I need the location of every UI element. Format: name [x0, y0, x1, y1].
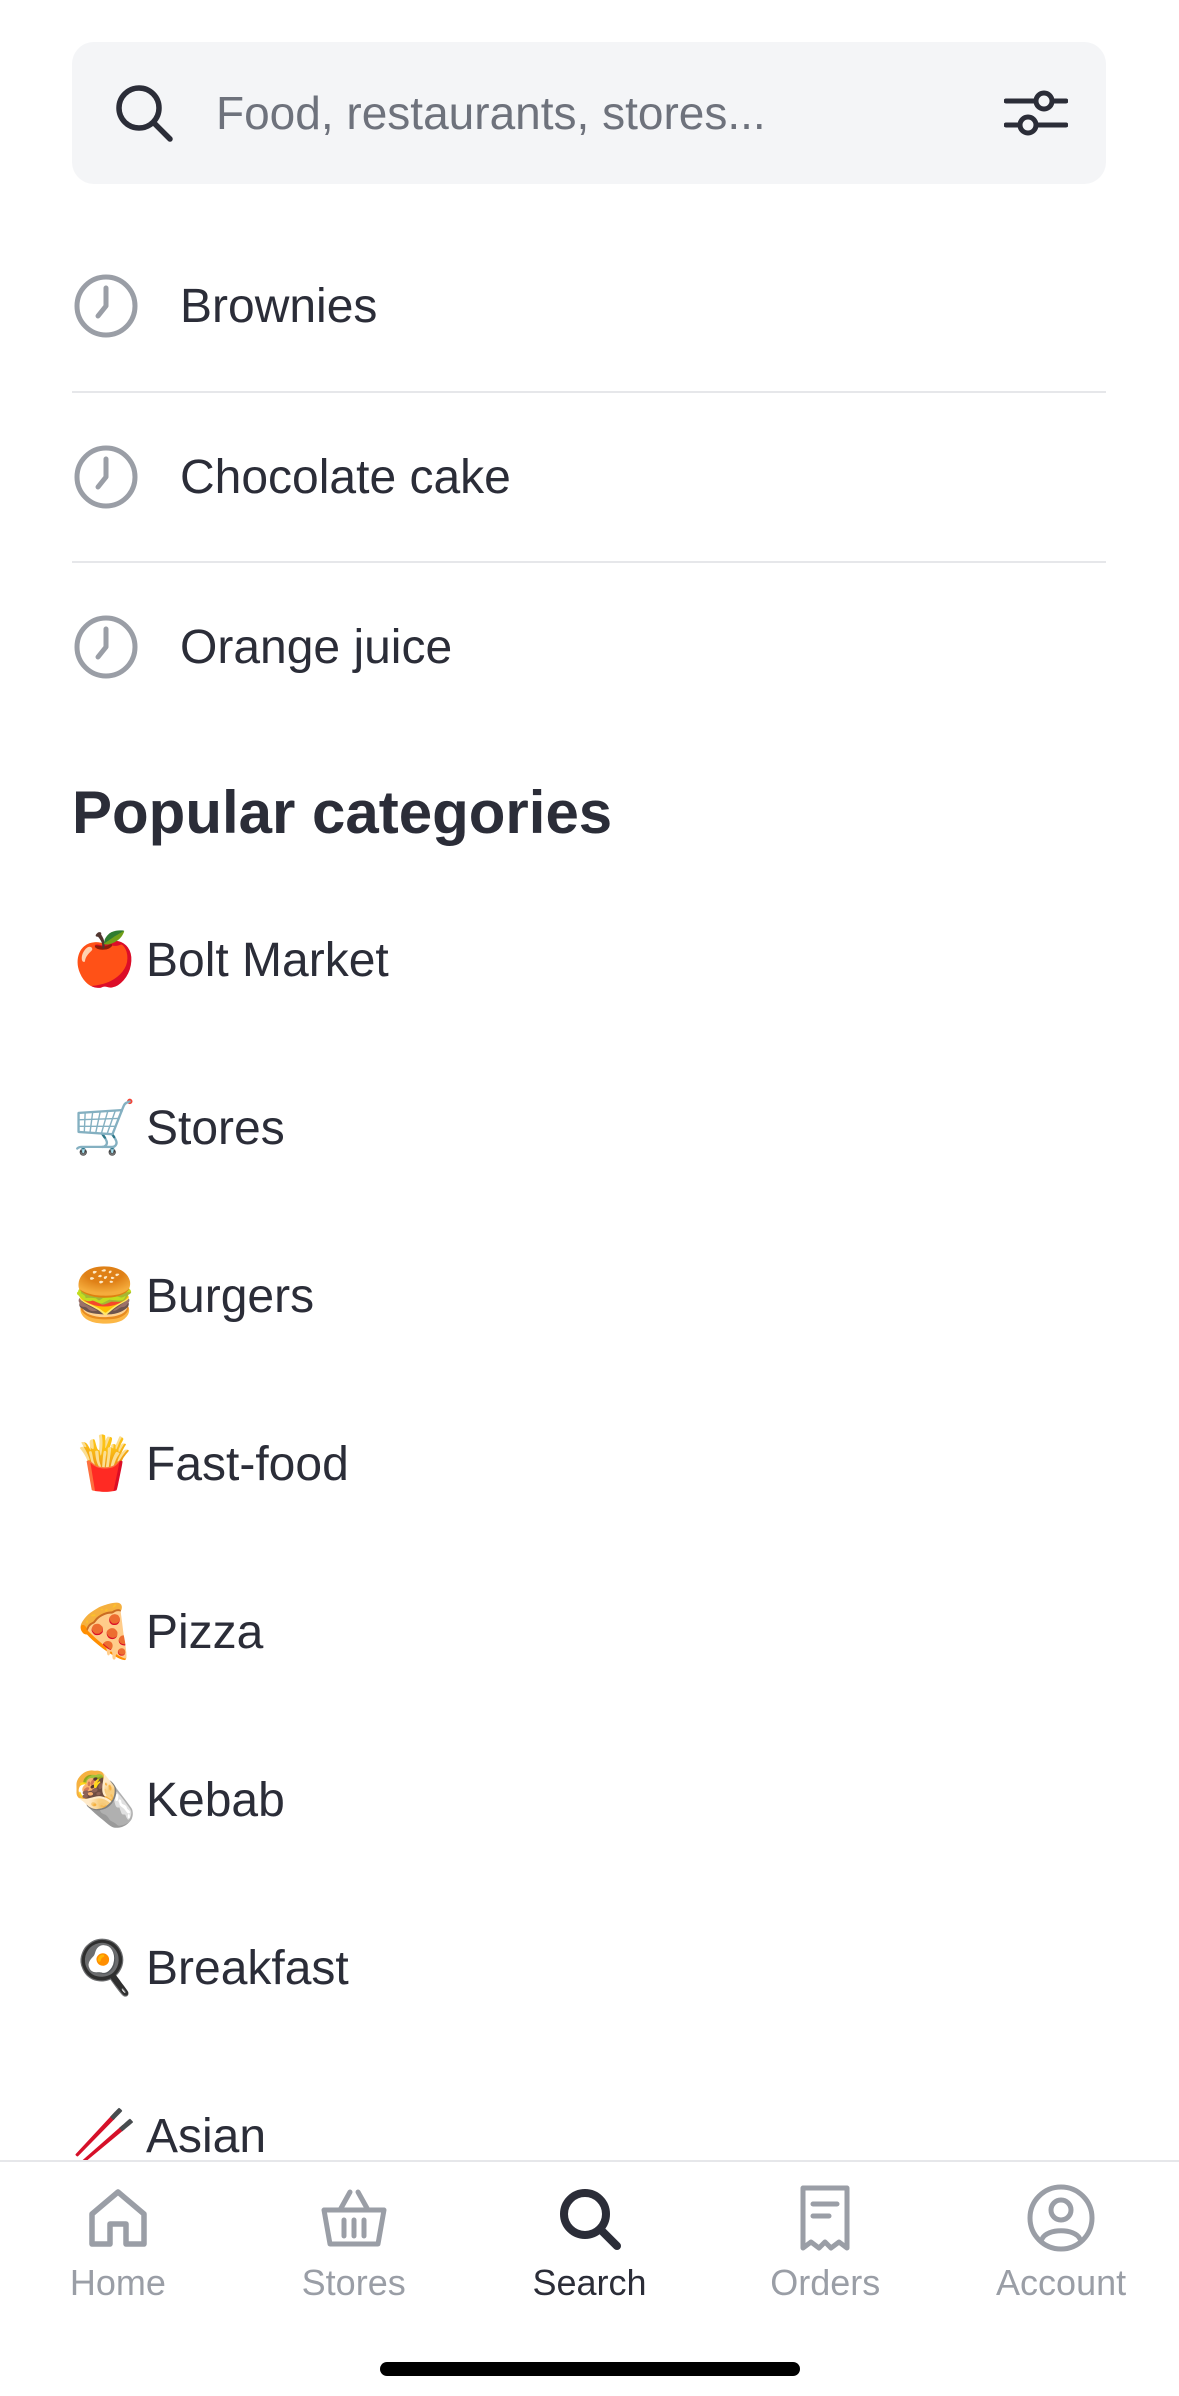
- category-label: Breakfast: [146, 1941, 349, 1995]
- sliders-icon: [1004, 90, 1068, 136]
- fries-icon: 🍟: [72, 1435, 137, 1493]
- pizza-icon: 🍕: [72, 1603, 137, 1661]
- category-fast-food[interactable]: 🍟 Fast-food: [72, 1380, 1106, 1548]
- recent-search-label: Brownies: [180, 279, 378, 333]
- category-label: Pizza: [146, 1605, 264, 1659]
- category-kebab[interactable]: 🌯 Kebab: [72, 1716, 1106, 1884]
- tab-account[interactable]: Account: [943, 2182, 1179, 2332]
- recent-search-label: Chocolate cake: [180, 450, 511, 504]
- burrito-icon: 🌯: [72, 1771, 137, 1829]
- category-pizza[interactable]: 🍕 Pizza: [72, 1548, 1106, 1716]
- recent-search-item[interactable]: Brownies: [72, 221, 1106, 391]
- category-label: Burgers: [146, 1269, 315, 1323]
- category-stores[interactable]: 🛒 Stores: [72, 1044, 1106, 1212]
- tab-search[interactable]: Search: [472, 2182, 708, 2332]
- tab-label: Search: [532, 2262, 647, 2303]
- tab-label: Orders: [770, 2262, 881, 2303]
- recent-search-item[interactable]: Chocolate cake: [72, 391, 1106, 561]
- frying-pan-icon: 🍳: [72, 1939, 137, 1997]
- chopsticks-icon: 🥢: [72, 2107, 137, 2165]
- clock-icon: [74, 274, 138, 338]
- receipt-icon: [800, 2185, 850, 2251]
- search-bar[interactable]: [72, 42, 1106, 184]
- section-title: Popular categories: [72, 779, 613, 846]
- tab-label: Stores: [301, 2262, 406, 2303]
- category-label: Fast-food: [146, 1437, 349, 1491]
- category-burgers[interactable]: 🍔 Burgers: [72, 1212, 1106, 1380]
- category-label: Bolt Market: [146, 933, 389, 987]
- category-label: Stores: [146, 1101, 285, 1155]
- recent-searches: Brownies Chocolate cake Orange juice: [72, 221, 1106, 731]
- filter-button[interactable]: [1004, 81, 1068, 145]
- clock-icon: [74, 615, 138, 679]
- home-indicator: [380, 2362, 800, 2376]
- category-breakfast[interactable]: 🍳 Breakfast: [72, 1884, 1106, 2052]
- search-icon: [116, 85, 173, 142]
- burger-icon: 🍔: [72, 1267, 137, 1325]
- category-label: Asian: [146, 2109, 267, 2163]
- search-input[interactable]: [216, 73, 1004, 153]
- clock-icon: [74, 445, 138, 509]
- search-icon: [560, 2189, 622, 2250]
- category-label: Kebab: [146, 1773, 285, 1827]
- home-icon: [89, 2189, 147, 2247]
- tab-home[interactable]: Home: [0, 2182, 236, 2332]
- tab-orders[interactable]: Orders: [707, 2182, 943, 2332]
- tab-label: Home: [69, 2262, 166, 2303]
- category-bolt-market[interactable]: 🍎 Bolt Market: [72, 876, 1106, 1044]
- account-icon: [1027, 2184, 1095, 2252]
- cart-icon: 🛒: [72, 1099, 137, 1157]
- recent-search-item[interactable]: Orange juice: [72, 561, 1106, 731]
- apple-icon: 🍎: [72, 931, 137, 989]
- recent-search-label: Orange juice: [180, 620, 453, 674]
- category-list: 🍎 Bolt Market 🛒 Stores 🍔 Burgers 🍟 Fast-…: [72, 876, 1106, 2220]
- tab-label: Account: [996, 2262, 1127, 2303]
- tab-bar: Home Stores Search Orders Account: [0, 2160, 1179, 2396]
- tab-stores[interactable]: Stores: [236, 2182, 472, 2332]
- basket-icon: [321, 2189, 387, 2247]
